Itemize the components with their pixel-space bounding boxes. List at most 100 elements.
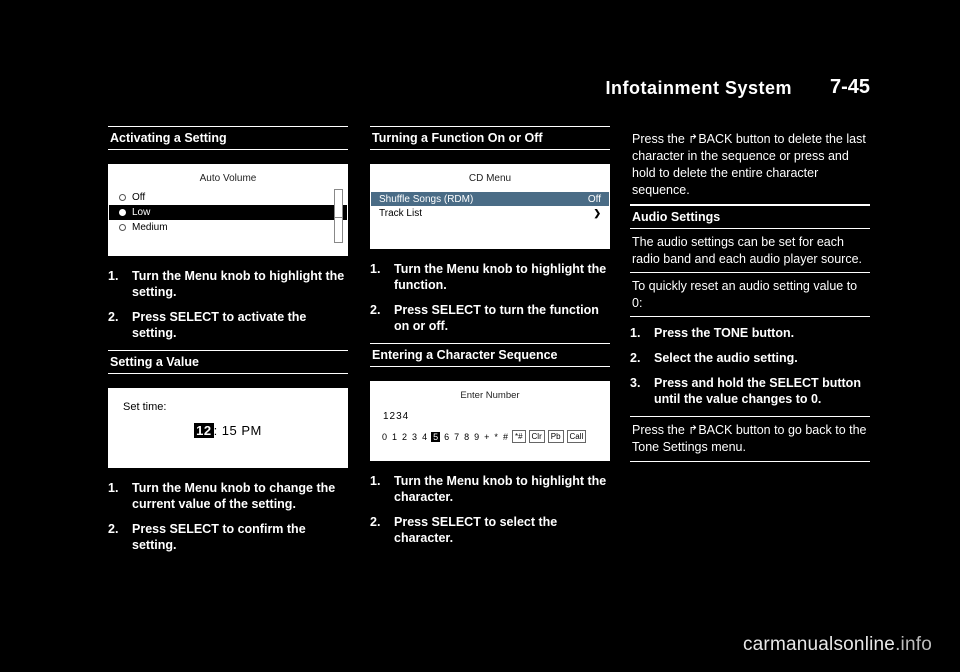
note-back-delete: Press the ↰BACK button to delete the las… — [630, 126, 870, 205]
step-number: 1. — [370, 474, 381, 488]
step-number: 1. — [630, 326, 641, 340]
key-8[interactable]: 8 — [463, 432, 470, 442]
screen-title-cd-menu: CD Menu — [468, 173, 512, 184]
key-5-selected[interactable]: 5 — [431, 431, 441, 442]
note-prefix: Press the — [632, 132, 689, 146]
key-asterisk[interactable]: * — [493, 432, 499, 442]
key-6[interactable]: 6 — [443, 432, 450, 442]
step-text: Turn the Menu knob to highlight the char… — [394, 474, 607, 504]
key-call-button[interactable]: Call — [566, 430, 587, 443]
key-phonebook-button[interactable]: Pb — [547, 430, 564, 443]
section-heading-entering-a-character-sequence: Entering a Character Sequence — [370, 343, 610, 367]
list-item: 3. Press and hold the SELECT button unti… — [630, 375, 870, 407]
step-number: 2. — [108, 522, 119, 536]
step-number: 2. — [370, 515, 381, 529]
keypad-row: 0 1 2 3 4 5 6 7 8 9 + * # *# Clr Pb Call — [371, 422, 609, 443]
step-number: 1. — [108, 269, 119, 283]
list-item: 2. Press SELECT to select the character. — [370, 514, 610, 546]
key-4[interactable]: 4 — [421, 432, 428, 442]
key-2[interactable]: 2 — [401, 432, 408, 442]
key-3[interactable]: 3 — [411, 432, 418, 442]
note-back-tone: Press the ↰BACK button to go back to the… — [630, 416, 870, 462]
list-item: 1. Turn the Menu knob to highlight the c… — [370, 473, 610, 505]
figure-enter-number-screen: Enter Number 1234 0 1 2 3 4 5 6 7 8 9 + … — [370, 381, 610, 461]
note-prefix: Press the — [632, 423, 689, 437]
key-7[interactable]: 7 — [453, 432, 460, 442]
section-heading-audio-settings: Audio Settings — [630, 205, 870, 229]
list-item: 2. Press SELECT to turn the function on … — [370, 302, 610, 334]
screen-title-enter-number: Enter Number — [460, 390, 520, 401]
list-row-shuffle-songs[interactable]: Shuffle Songs (RDM) Off — [371, 192, 609, 206]
screen-label-set-time: Set time: — [123, 401, 167, 413]
step-text: Press the TONE button. — [654, 326, 795, 340]
step-number: 1. — [370, 262, 381, 276]
manual-page: Infotainment System 7-45 Activating a Se… — [0, 0, 960, 672]
section-heading-activating-a-setting: Activating a Setting — [108, 126, 348, 150]
page-header: Infotainment System 7-45 — [108, 76, 870, 108]
list-row-label: Track List — [379, 207, 422, 219]
screen-value-set-time: 12: 15 PM — [109, 413, 347, 438]
step-text: Press and hold the SELECT button until t… — [654, 376, 861, 406]
list-item: 2. Select the audio setting. — [630, 350, 870, 366]
step-number: 2. — [630, 351, 641, 365]
watermark-dim: .info — [895, 634, 932, 655]
key-hash[interactable]: # — [502, 432, 509, 442]
watermark-strong: carmanualsonline — [742, 634, 896, 655]
key-1[interactable]: 1 — [391, 432, 398, 442]
step-text: Select the audio setting. — [654, 351, 798, 365]
steps-reset-audio: 1. Press the TONE button. 2. Select the … — [630, 325, 870, 407]
step-text: Press SELECT to select the character. — [394, 515, 558, 545]
list-row-track-list[interactable]: Track List ❯ — [371, 206, 609, 220]
back-arrow-icon: ↰ — [688, 132, 699, 146]
step-text: Turn the Menu knob to highlight the func… — [394, 262, 607, 292]
steps-activating-a-setting: 1. Turn the Menu knob to highlight the s… — [108, 268, 348, 341]
set-time-rest: : 15 PM — [213, 423, 262, 438]
scrollbar[interactable] — [334, 189, 343, 243]
list-item: 1. Press the TONE button. — [630, 325, 870, 341]
radio-row-medium[interactable]: Medium — [109, 220, 347, 235]
paragraph-audio-settings: The audio settings can be set for each r… — [630, 229, 870, 273]
step-number: 2. — [108, 310, 119, 324]
radio-row-label: Off — [132, 192, 146, 203]
step-number: 2. — [370, 303, 381, 317]
list-item: 1. Turn the Menu knob to highlight the s… — [108, 268, 348, 300]
page-number: 7-45 — [829, 76, 870, 98]
paragraph-reset-intro: To quickly reset an audio setting value … — [630, 273, 870, 317]
radio-row-off[interactable]: Off — [109, 190, 347, 205]
step-number: 1. — [108, 481, 119, 495]
step-number: 3. — [630, 376, 641, 390]
chevron-right-icon: ❯ — [593, 207, 601, 218]
list-item: 2. Press SELECT to activate the setting. — [108, 309, 348, 341]
number-entry-field[interactable]: 1234 — [371, 401, 609, 422]
list-item: 1. Turn the Menu knob to change the curr… — [108, 480, 348, 512]
list-item: 1. Turn the Menu knob to highlight the f… — [370, 261, 610, 293]
radio-row-label: Low — [132, 207, 151, 218]
list-row-value: Off — [587, 193, 601, 205]
figure-cd-menu-screen: CD Menu Shuffle Songs (RDM) Off Track Li… — [370, 164, 610, 249]
back-arrow-icon: ↰ — [688, 423, 699, 437]
screen-title-auto-volume: Auto Volume — [199, 173, 257, 184]
key-9[interactable]: 9 — [473, 432, 480, 442]
step-text: Press SELECT to turn the function on or … — [394, 303, 599, 333]
radio-button-selected-icon — [119, 209, 126, 216]
radio-button-icon — [119, 224, 126, 231]
key-plus[interactable]: + — [483, 432, 490, 442]
watermark: carmanualsonline.info — [743, 634, 932, 656]
list-row-label: Shuffle Songs (RDM) — [379, 193, 474, 205]
key-clear-button[interactable]: Clr — [528, 430, 545, 443]
steps-turning-a-function: 1. Turn the Menu knob to highlight the f… — [370, 261, 610, 334]
step-text: Turn the Menu knob to highlight the sett… — [132, 269, 345, 299]
scrollbar-thumb[interactable] — [335, 190, 342, 218]
section-heading-setting-a-value: Setting a Value — [108, 350, 348, 374]
key-0[interactable]: 0 — [381, 432, 388, 442]
key-star-hash-button[interactable]: *# — [511, 430, 526, 443]
figure-set-time-screen: Set time: 12: 15 PM — [108, 388, 348, 468]
radio-button-icon — [119, 194, 126, 201]
step-text: Press SELECT to confirm the setting. — [132, 522, 306, 552]
section-heading-turning-a-function-on-or-off: Turning a Function On or Off — [370, 126, 610, 150]
figure-auto-volume-screen: Auto Volume Off Low Medium — [108, 164, 348, 256]
step-text: Press SELECT to activate the setting. — [132, 310, 307, 340]
radio-row-low[interactable]: Low — [109, 205, 347, 220]
page-title: Infotainment System — [605, 78, 792, 98]
set-time-hour-highlighted[interactable]: 12 — [194, 423, 214, 438]
